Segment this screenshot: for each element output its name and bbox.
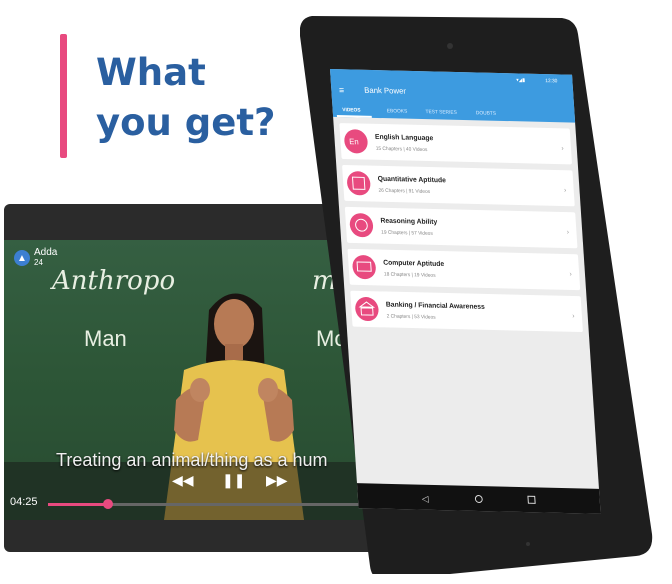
course-card-computer[interactable]: Computer Aptitude 18 Chapters | 19 Video… [347,248,581,291]
brand-text-block: Adda 24 [34,248,57,268]
chevron-right-icon: › [561,145,564,152]
tablet-svg: 12:30 ▾◢▮ ≡ Bank Power VIDEOS EBOOKS TES… [300,16,653,574]
card-bg [339,123,572,165]
status-icons: ▾◢▮ [516,77,525,83]
tab-ebooks[interactable]: EBOOKS [387,108,408,115]
accent-bar [60,34,67,158]
tab-doubts[interactable]: DOUBTS [476,110,497,117]
course-meta: 19 Chapters | 57 Videos [381,230,434,237]
chevron-right-icon: › [567,229,570,236]
elapsed-time: 04:25 [10,496,38,508]
tab-videos[interactable]: VIDEOS [342,107,361,114]
status-time: 12:30 [545,78,558,84]
headline-line-1: What [96,51,206,94]
chevron-right-icon: › [564,187,567,194]
menu-icon[interactable]: ≡ [339,85,345,95]
chevron-right-icon: › [572,313,575,320]
tablet-device: 12:30 ▾◢▮ ≡ Bank Power VIDEOS EBOOKS TES… [300,14,670,574]
course-card-quant[interactable]: Quantitative Aptitude 26 Chapters | 91 V… [342,164,575,207]
tablet-sensor [526,542,530,546]
headline-line-2: you get? [96,101,276,144]
pause-icon[interactable]: ❚❚ [222,472,245,489]
course-card-reasoning[interactable]: Reasoning Ability 19 Chapters | 57 Video… [344,206,578,249]
course-title: Computer Aptitude [383,260,445,269]
tab-test-series[interactable]: TEST SERIES [425,109,457,116]
course-meta: 18 Chapters | 19 Videos [384,271,437,278]
course-title: Reasoning Ability [380,218,437,226]
page-headline: What you get? [96,48,276,148]
adda-logo-icon: ▲ [14,250,30,266]
brand-name: Adda [34,247,58,258]
board-word-left: Man [84,326,127,351]
course-card-english[interactable]: En English Language 15 Chapters | 40 Vid… [339,123,572,165]
rewind-icon[interactable]: ◀◀ [172,472,194,489]
forward-icon[interactable]: ▶▶ [266,472,288,489]
course-meta: 26 Chapters | 91 Videos [378,188,431,195]
seek-bar-fill [48,503,109,506]
nav-back-icon[interactable]: ◁ [421,494,429,504]
card-bg [342,164,575,207]
english-icon-label: En [349,137,359,146]
card-bg [344,206,578,249]
course-meta: 15 Chapters | 40 Videos [376,146,429,153]
adda-brand: ▲ Adda 24 [14,248,57,268]
video-subtitle: Treating an animal/thing as a hum [56,450,328,470]
app-title: Bank Power [364,86,407,96]
chevron-right-icon: › [569,271,572,278]
front-camera-icon [447,43,453,49]
course-card-banking[interactable]: Banking / Financial Awareness 2 Chapters… [350,290,583,333]
brand-sub: 24 [34,258,43,267]
course-meta: 2 Chapters | 53 Videos [387,313,437,320]
card-bg [347,248,581,291]
course-title: English Language [375,134,434,142]
card-bg [350,290,583,333]
